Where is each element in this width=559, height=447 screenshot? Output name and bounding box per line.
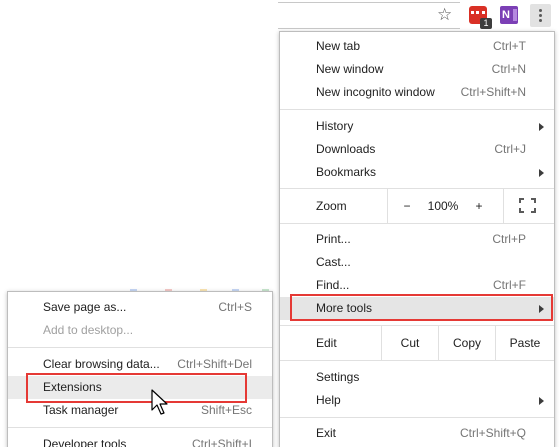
submenu-item-shortcut: Ctrl+Shift+Del	[177, 357, 252, 371]
menu-item-shortcut: Ctrl+Shift+Q	[459, 426, 526, 440]
fullscreen-icon[interactable]	[519, 198, 536, 213]
submenu-item-label: Clear browsing data...	[43, 357, 160, 371]
menu-item-new-incognito[interactable]: New incognito window Ctrl+Shift+N	[280, 81, 554, 104]
menu-item-label: Print...	[316, 232, 351, 246]
menu-separator	[280, 360, 554, 361]
menu-item-label: Bookmarks	[316, 165, 377, 179]
star-outline-icon[interactable]: ☆	[437, 5, 452, 25]
menu-item-shortcut: Ctrl+P	[492, 232, 526, 246]
chrome-main-menu: New tab Ctrl+T New window Ctrl+N New inc…	[279, 31, 555, 447]
submenu-item-label: Developer tools	[43, 437, 127, 447]
submenu-arrow-icon	[539, 169, 544, 177]
submenu-item-label: Add to desktop...	[43, 323, 134, 337]
zoom-level: 100%	[427, 199, 459, 213]
menu-item-new-window[interactable]: New window Ctrl+N	[280, 58, 554, 81]
submenu-separator	[8, 427, 272, 428]
menu-item-label: Settings	[316, 370, 360, 384]
menu-item-label: More tools	[316, 301, 373, 315]
menu-item-history[interactable]: History	[280, 115, 554, 138]
menu-item-downloads[interactable]: Downloads Ctrl+J	[280, 138, 554, 161]
kebab-menu-icon[interactable]	[530, 4, 551, 27]
submenu-item-clear-browsing-data[interactable]: Clear browsing data... Ctrl+Shift+Del	[8, 353, 272, 376]
zoom-in-button[interactable]: +	[460, 189, 498, 223]
extension-badge: 1	[480, 18, 492, 29]
menu-item-label: History	[316, 119, 354, 133]
menu-item-label: Find...	[316, 278, 350, 292]
menu-separator	[280, 223, 554, 224]
edit-row: Edit Cut Copy Paste	[280, 326, 554, 360]
menu-item-find[interactable]: Find... Ctrl+F	[280, 274, 554, 297]
zoom-out-button[interactable]: −	[388, 189, 426, 223]
edit-label: Edit	[316, 336, 337, 350]
menu-item-shortcut: Ctrl+J	[494, 142, 526, 156]
menu-item-help[interactable]: Help	[280, 389, 554, 412]
mouse-cursor-icon	[151, 389, 168, 415]
submenu-arrow-icon	[539, 397, 544, 405]
address-bar[interactable]	[278, 2, 460, 29]
submenu-item-developer-tools[interactable]: Developer tools Ctrl+Shift+I	[8, 433, 272, 447]
menu-item-settings[interactable]: Settings	[280, 366, 554, 389]
onenote-letter: N	[502, 9, 510, 21]
menu-item-label: New window	[316, 62, 384, 76]
submenu-arrow-icon	[539, 305, 544, 313]
copy-button[interactable]: Copy	[439, 326, 495, 360]
zoom-label: Zoom	[316, 199, 347, 213]
menu-item-shortcut: Ctrl+N	[491, 62, 526, 76]
menu-separator	[280, 109, 554, 110]
menu-item-shortcut: Ctrl+F	[493, 278, 526, 292]
submenu-item-shortcut: Ctrl+Shift+I	[191, 437, 252, 447]
submenu-item-label: Task manager	[43, 403, 119, 417]
submenu-item-extensions[interactable]: Extensions	[8, 376, 272, 399]
menu-item-bookmarks[interactable]: Bookmarks	[280, 161, 554, 184]
cut-button[interactable]: Cut	[382, 326, 438, 360]
submenu-item-shortcut: Shift+Esc	[200, 403, 252, 417]
menu-item-exit[interactable]: Exit Ctrl+Shift+Q	[280, 422, 554, 445]
submenu-item-save-page[interactable]: Save page as... Ctrl+S	[8, 296, 272, 319]
submenu-item-label: Save page as...	[43, 300, 127, 314]
menu-separator	[280, 417, 554, 418]
zoom-row: Zoom − 100% +	[280, 189, 554, 223]
submenu-item-shortcut: Ctrl+S	[218, 300, 252, 314]
submenu-arrow-icon	[539, 123, 544, 131]
menu-item-label: Cast...	[316, 255, 351, 269]
menu-item-new-tab[interactable]: New tab Ctrl+T	[280, 35, 554, 58]
submenu-separator	[8, 347, 272, 348]
menu-item-shortcut: Ctrl+T	[493, 39, 526, 53]
submenu-item-label: Extensions	[43, 380, 102, 394]
onenote-extension-icon[interactable]: N	[500, 6, 518, 24]
paste-button[interactable]: Paste	[496, 326, 554, 360]
more-tools-submenu: Save page as... Ctrl+S Add to desktop...…	[7, 291, 273, 447]
menu-item-label: Help	[316, 393, 341, 407]
menu-item-label: Downloads	[316, 142, 376, 156]
menu-item-label: New incognito window	[316, 85, 435, 99]
menu-item-print[interactable]: Print... Ctrl+P	[280, 228, 554, 251]
submenu-item-task-manager[interactable]: Task manager Shift+Esc	[8, 399, 272, 422]
menu-item-cast[interactable]: Cast...	[280, 251, 554, 274]
browser-toolbar: ☆ 1 N	[0, 0, 559, 31]
menu-item-more-tools[interactable]: More tools	[280, 297, 554, 320]
submenu-item-add-to-desktop: Add to desktop...	[8, 319, 272, 342]
menu-item-label: New tab	[316, 39, 361, 53]
menu-item-label: Exit	[316, 426, 337, 440]
menu-item-shortcut: Ctrl+Shift+N	[460, 85, 526, 99]
